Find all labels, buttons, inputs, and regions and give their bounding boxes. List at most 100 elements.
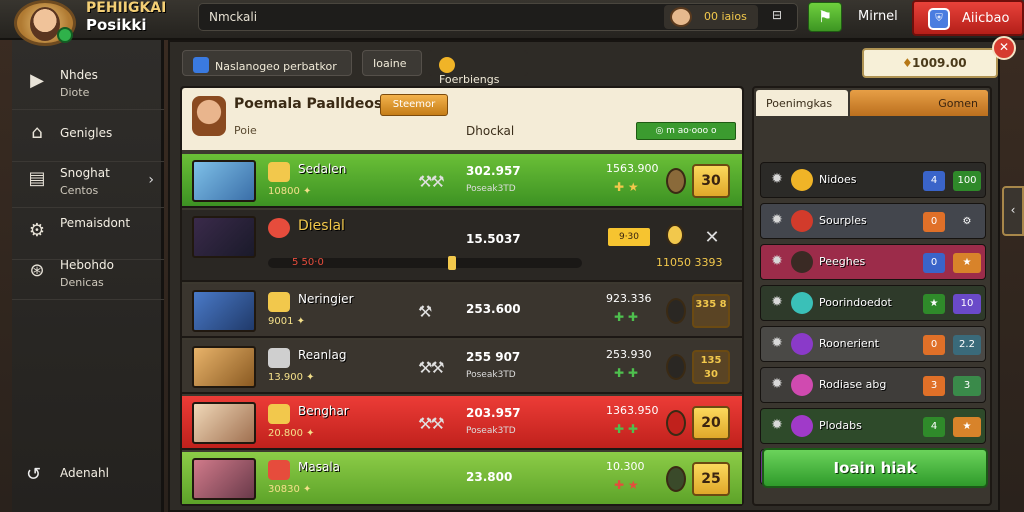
leaderboard-column-label: Dhockal [466,124,515,138]
action-button[interactable]: ⛨ Aiicbao [912,0,1024,36]
leaderboard-header: Poemala Paalldeos Steemor Poie Dhockal ◎… [182,88,742,150]
player-meta: 10800 ✦ [268,186,312,197]
row-action-button[interactable]: 335 8 [692,294,730,328]
player-meta: 20.800 ✦ [268,428,315,439]
sidebar-item-snoghat[interactable]: ▤ Snoghat Centos › [12,152,164,208]
player-score: 15.5037 [466,232,521,246]
leaderboard-title: Poemala Paalldeos [234,96,383,112]
close-icon[interactable]: ✕ [992,36,1016,60]
scroll-handle-icon[interactable]: ‹ [1002,186,1024,236]
sidebar-item-adenahl[interactable]: ↺ Adenahl [12,456,164,496]
sidebar-item-nhdes[interactable]: ▶ Nhdes Diote [12,54,164,110]
reward-amount: ⚙ [953,212,981,232]
balance-display: ♦ 1009.00 [862,48,998,78]
player-meta: 13.900 ✦ [268,372,315,383]
coin-counter[interactable]: 00 iaios [664,5,758,29]
tools-icon: ⚒⚒ [418,414,445,433]
table-row-expanded[interactable]: Dieslal 15.5037 9·30 ✕ 5 50·0 11050 3393 [182,210,742,282]
coin-icon [666,168,686,194]
reward-icon [791,169,813,191]
table-row[interactable]: Sedalen 10800 ✦ ⚒⚒ 302.957 Poseak3TD 156… [182,154,742,208]
reward-item[interactable]: ✹ Nidoes 4 100 [760,162,986,198]
badge-icon: ✹ [771,212,783,228]
table-row[interactable]: Masala 30830 ✦ 23.800 10.300 ✚ ★ 25 [182,452,742,506]
player-portrait [192,290,256,332]
rewards-tabs: Poenimgkas Gomen [754,88,990,118]
player-portrait [192,458,256,500]
sidebar-item-title: Snoghat [60,166,110,180]
player-portrait [192,160,256,202]
player-value: 1563.900 [606,162,659,175]
leaderboard-badge[interactable]: Steemor [380,94,448,116]
reward-label: Plodabs [819,419,862,432]
player-value-icons: ✚ ★ [614,478,639,492]
reward-amount: 2.2 [953,335,981,355]
table-row[interactable]: Benghar 20.800 ✦ ⚒⚒ 203.957 Poseak3TD 13… [182,396,742,450]
reward-item[interactable]: ✹ Sourples 0 ⚙ [760,203,986,239]
avatar-face [30,7,60,41]
player-name: Masala [298,460,340,474]
chevron-right-icon: › [148,172,154,188]
row-action-button[interactable]: 30 [692,164,730,198]
subtab-naslanogeo[interactable]: Naslanogeo perbatkor [182,50,352,76]
player-meta: 9001 ✦ [268,316,306,327]
filter-chip[interactable]: ◎ m ao·ooo o [636,122,736,140]
join-button[interactable]: Ioain hiak [762,448,988,488]
mode-label[interactable]: Mirnel [858,9,898,24]
reward-amount: ★ [953,417,981,437]
tab-poenimgkas[interactable]: Poenimgkas [756,90,848,116]
rank-icon [268,348,290,368]
table-row[interactable]: Neringier 9001 ✦ ⚒ 253.600 923.336 ✚ ✚ 3… [182,284,742,338]
badge-icon: ✹ [771,171,783,187]
leaderboard-subtitle: Poie [234,124,257,137]
sidebar-item-title: Pemaisdont [60,216,131,230]
player-portrait [192,346,256,388]
reward-item[interactable]: ✹ Poorindoedot ★ 10 [760,285,986,321]
subtab-ioaine[interactable]: Ioaine [362,50,422,76]
progress-knob[interactable] [448,256,456,270]
coin-icon [439,57,455,73]
reward-icon [791,210,813,232]
rank-icon [268,162,290,182]
player-score: 203.957 [466,406,521,420]
action-button-label: Aiicbao [962,11,1010,26]
hero-portrait-icon [192,96,226,136]
reward-item[interactable]: ✹ Peeghes 0 ★ [760,244,986,280]
close-icon[interactable]: ✕ [698,224,726,252]
player-value: 1363.950 [606,404,659,417]
avatar-gem-icon [57,27,73,43]
badge-icon: ✹ [771,253,783,269]
reward-item[interactable]: ✹ Plodabs 4 ★ [760,408,986,444]
reward-item[interactable]: ✹ Rodiase abg 3 3 [760,367,986,403]
subtab-foerbiengs[interactable]: Foerbiengs [428,50,528,86]
player-score-sub: Poseak3TD [466,370,516,380]
leaderboard-panel: Poemala Paalldeos Steemor Poie Dhockal ◎… [180,86,744,506]
tools-icon: ⚒ [418,302,432,321]
coin-value: 00 iaios [704,10,747,23]
reward-icon [791,251,813,273]
reward-icon [791,415,813,437]
table-row[interactable]: Reanlag 13.900 ✦ ⚒⚒ 255 907 Poseak3TD 25… [182,340,742,394]
upgrade-button[interactable]: ⚑ [808,2,842,32]
app-title: PEHIIGKAI Posikki [86,0,166,34]
reward-count: 0 [923,253,945,273]
row-action-button[interactable]: 25 [692,462,730,496]
reward-label: Peeghes [819,255,866,268]
row-action-button[interactable]: 20 [692,406,730,440]
player-score: 255 907 [466,350,521,364]
player-name: Neringier [298,292,354,306]
coin-menu-icon[interactable]: ⊟ [772,8,782,22]
reward-item[interactable]: ✹ Roonerient 0 2.2 [760,326,986,362]
tab-gomen[interactable]: Gomen [850,90,988,116]
player-name: Sedalen [298,162,347,176]
coin-icon [666,224,684,246]
player-score-sub: Poseak3TD [466,426,516,436]
sidebar-item-hebohdo[interactable]: ⊛ Hebohdo Denicas [12,244,164,300]
reward-amount: 3 [953,376,981,396]
row-action-button[interactable]: 135 30 [692,350,730,384]
sidebar-item-subtitle: Centos [60,184,99,197]
player-avatar[interactable] [14,0,76,46]
player-name: Reanlag [298,348,347,362]
tools-icon: ⚒⚒ [418,358,445,377]
coin-icon [666,410,686,436]
